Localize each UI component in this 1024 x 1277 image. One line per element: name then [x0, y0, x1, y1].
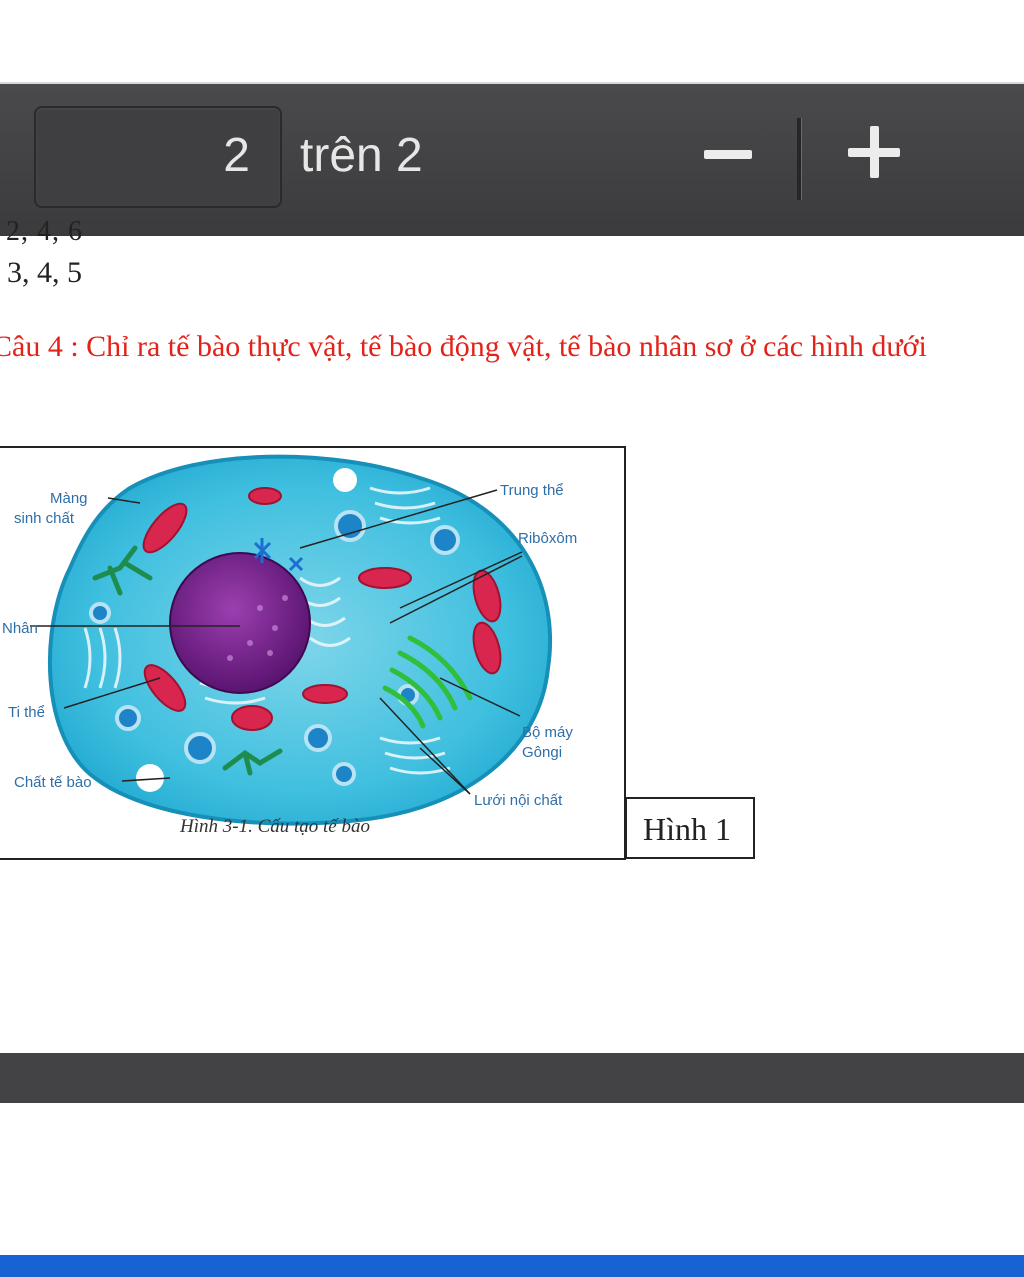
- figure-tag-box: Hình 1: [625, 797, 755, 859]
- zoom-in-button[interactable]: [848, 118, 902, 182]
- label-centrosome: Trung thể: [500, 482, 564, 499]
- figure-tag: Hình 1: [643, 811, 731, 847]
- zoom-out-button[interactable]: [702, 124, 758, 184]
- cell-diagram-figure: Màng sinh chất Nhân Ti thể Chất tế bào T…: [0, 446, 626, 860]
- label-er: Lưới nội chất: [474, 792, 563, 809]
- page-total-label: trên 2: [300, 129, 423, 182]
- current-page-value: 2: [223, 129, 250, 182]
- label-nucleus: Nhân: [2, 620, 38, 637]
- toolbar-divider: [797, 118, 802, 200]
- pdf-toolbar: 2 trên 2: [0, 82, 1024, 236]
- answer-option-d: . 3, 4, 5: [0, 256, 82, 289]
- page-number-input[interactable]: 2: [34, 106, 282, 208]
- question-4: Câu 4 : Chỉ ra tế bào thực vật, tế bào đ…: [0, 330, 927, 363]
- label-mitochondria: Ti thể: [8, 704, 45, 721]
- label-plasma-membrane: sinh chất: [14, 510, 75, 527]
- label-golgi-1: Bộ máy: [522, 724, 573, 741]
- label-ribosome: Ribôxôm: [518, 530, 578, 547]
- figure-caption: Hình 3-1. Cấu tạo tế bào: [180, 816, 370, 837]
- bottom-toolbar: [0, 1053, 1024, 1103]
- label-golgi-2: Gôngi: [522, 744, 563, 761]
- label-membrane: Màng: [50, 490, 88, 507]
- accent-strip: [0, 1255, 1024, 1277]
- nucleus: [169, 552, 311, 694]
- label-cytoplasm: Chất tế bào: [14, 774, 92, 791]
- partial-answer-line: . 2, 4, 6: [0, 216, 83, 247]
